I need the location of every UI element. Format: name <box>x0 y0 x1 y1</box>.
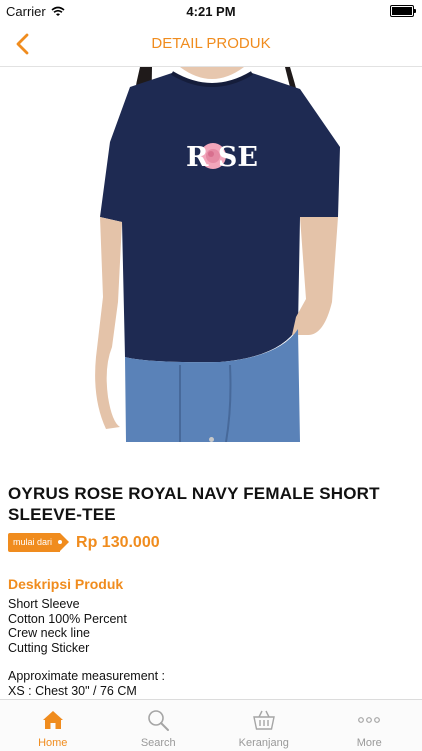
tab-home-label: Home <box>38 737 67 749</box>
product-photo: R SE <box>0 67 422 442</box>
carousel-dot[interactable] <box>209 437 214 442</box>
price-row: mulai dari Rp 130.000 <box>8 533 160 552</box>
measurement-line: XS : Chest 30" / 76 CM <box>8 684 408 699</box>
description-line: Cutting Sticker <box>8 641 408 656</box>
price-tag-label: mulai dari <box>13 537 52 547</box>
basket-icon <box>251 707 277 733</box>
status-time: 4:21 PM <box>0 4 422 19</box>
more-icon <box>356 707 382 733</box>
search-icon <box>145 707 171 733</box>
product-price: Rp 130.000 <box>76 534 160 552</box>
tab-bar: Home Search Keranjang More <box>0 699 422 751</box>
tab-search-label: Search <box>141 737 176 749</box>
description-line: Short Sleeve <box>8 597 408 612</box>
carousel-page-indicator[interactable] <box>0 437 422 442</box>
tab-more-label: More <box>357 737 382 749</box>
tag-hole-icon <box>58 540 62 544</box>
tab-home[interactable]: Home <box>0 700 106 751</box>
description-line: Cotton 100% Percent <box>8 612 408 627</box>
home-icon <box>40 707 66 733</box>
product-image-carousel[interactable]: R SE <box>0 67 422 442</box>
description-spacer <box>8 655 408 669</box>
status-bar: Carrier 4:21 PM <box>0 0 422 22</box>
description-heading: Deskripsi Produk <box>8 576 123 592</box>
tab-keranjang-label: Keranjang <box>239 737 289 749</box>
battery-icon <box>390 5 414 17</box>
shirt-print-text: R SE <box>186 142 258 173</box>
price-tag: mulai dari <box>8 533 60 552</box>
page-title: DETAIL PRODUK <box>0 35 422 52</box>
product-title: OYRUS ROSE ROYAL NAVY FEMALE SHORT SLEEV… <box>8 483 408 525</box>
measurement-line: Approximate measurement : <box>8 669 408 684</box>
description-body: Short Sleeve Cotton 100% Percent Crew ne… <box>8 597 408 699</box>
tab-search[interactable]: Search <box>106 700 212 751</box>
navigation-bar: DETAIL PRODUK <box>0 22 422 67</box>
tab-more[interactable]: More <box>317 700 422 751</box>
description-line: Crew neck line <box>8 626 408 641</box>
tab-keranjang[interactable]: Keranjang <box>211 700 317 751</box>
